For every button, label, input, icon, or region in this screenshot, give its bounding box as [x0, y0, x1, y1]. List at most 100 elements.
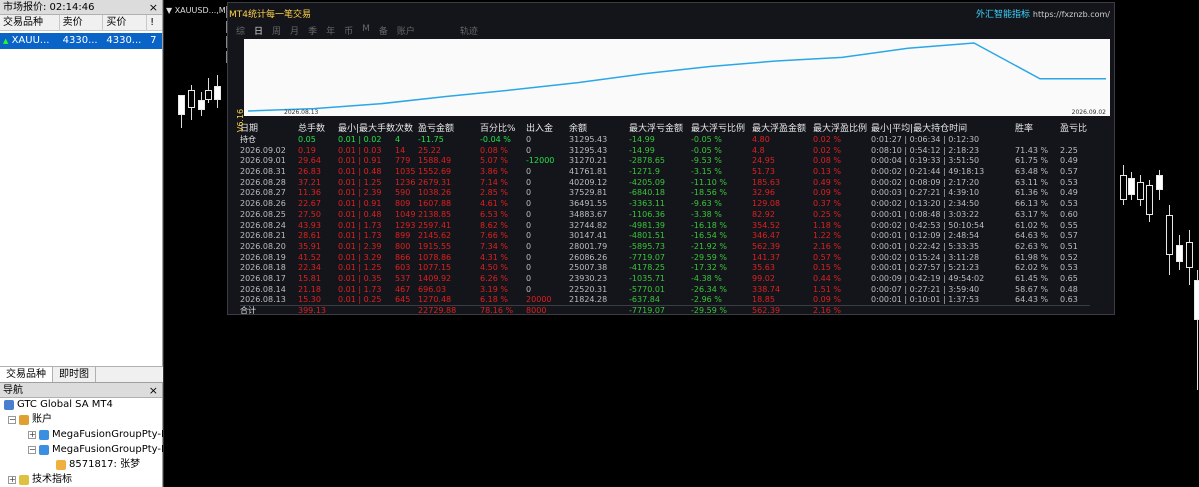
expand-icon[interactable]: +	[28, 430, 36, 439]
candle-body	[1186, 242, 1193, 268]
cell-count: 590	[395, 188, 411, 198]
cell-count: 14	[395, 145, 406, 155]
nav-item-indicators[interactable]: + 技术指标	[8, 473, 72, 486]
collapse-icon[interactable]: −	[8, 415, 16, 424]
tab-symbols[interactable]: 交易品种	[0, 367, 53, 382]
header-cell: 日期	[240, 124, 259, 135]
market-watch-row[interactable]: ▲ XAUU... 4330... 4330... 7	[0, 33, 162, 49]
table-row: 2026.08.13 15.30 0.01 | 0.25 645 1270.48 6.18…	[240, 295, 1090, 306]
cell-mfp: 4.8	[752, 145, 765, 155]
period-tab[interactable]: 综	[236, 24, 245, 37]
close-icon[interactable]: ×	[149, 383, 158, 398]
cell-ratio: 0.51	[1060, 241, 1078, 251]
cell-minmax: 0.01 | 1.25	[338, 177, 382, 187]
cell-count: 1293	[395, 220, 416, 230]
period-tab[interactable]: 周	[272, 24, 281, 37]
cell-mfp: 185.63	[752, 177, 781, 187]
nav-item-server-1[interactable]: + MegaFusionGroupPty-L	[28, 428, 167, 441]
cell-win: 61.36 %	[1015, 188, 1049, 198]
cell-io: -12000	[526, 156, 555, 166]
period-tab[interactable]: 日	[254, 24, 263, 37]
cell-minmax: 0.01 | 0.48	[338, 167, 382, 177]
cell-date: 2026.08.26	[240, 199, 286, 209]
cell-ratio: 0.53	[1060, 177, 1078, 187]
cell-bal: 22520.31	[569, 284, 608, 294]
tab-tick-chart[interactable]: 即时图	[53, 367, 96, 382]
up-arrow-icon: ▲	[3, 37, 9, 45]
period-tab[interactable]: M	[362, 24, 370, 37]
nav-item-accounts[interactable]: − 账户	[8, 413, 52, 426]
nav-item-broker[interactable]: GTC Global SA MT4	[4, 398, 113, 411]
header-cell: 最大浮亏比例	[691, 124, 746, 135]
cell-date: 2026.08.25	[240, 209, 286, 219]
cell-mfpp: 0.09 %	[813, 295, 842, 305]
cell-lots: 0.19	[298, 145, 316, 155]
cell-count: 645	[395, 295, 411, 305]
cell-mfl: -5895.73	[629, 241, 666, 251]
period-tabs: 综日周月季年币 M 备账户 轨迹	[236, 24, 478, 37]
cell-count: 779	[395, 156, 411, 166]
cell-win: 61.02 %	[1015, 220, 1049, 230]
cell-lots: 28.61	[298, 231, 321, 241]
expand-icon[interactable]: +	[8, 475, 16, 484]
market-watch-panel: 市场报价: 02:14:46 × 交易品种 卖价 买价 ! ▲ XAUU... 4…	[0, 0, 163, 382]
cell-time: 0:00:01 | 0:10:01 | 1:37:53	[871, 295, 980, 305]
col-excl[interactable]: !	[147, 15, 162, 30]
period-tab[interactable]: 月	[290, 24, 299, 37]
cell-mflp: -18.56 %	[691, 188, 727, 198]
cell-mfp: 562.39	[752, 305, 814, 317]
cell-mflp: -4.38 %	[691, 273, 722, 283]
broker-icon	[4, 399, 14, 410]
collapse-icon[interactable]: −	[28, 445, 36, 454]
col-ask[interactable]: 买价	[103, 15, 148, 30]
col-bid[interactable]: 卖价	[60, 15, 104, 30]
cell-win: 71.43 %	[1015, 145, 1049, 155]
period-tab[interactable]: 备	[379, 24, 388, 37]
cell-bal: 23930.23	[569, 273, 608, 283]
cell-ratio: 0.49	[1060, 188, 1078, 198]
cell-bal: 31295.43	[569, 135, 608, 145]
cell-pct: 2.85 %	[480, 188, 509, 198]
brand-link[interactable]: 外汇智能指标 https://fxznzb.com/	[976, 7, 1110, 20]
cell-pl: -11.75	[418, 135, 444, 145]
cell-win: 61.75 %	[1015, 156, 1049, 166]
table-header: 日期 总手数 最小|最大手数 次数 盈亏金额 百分比% 出入金 余额 最大浮亏金额 最大浮亏比例最…	[240, 124, 1090, 135]
period-tab[interactable]: 年	[326, 24, 335, 37]
candle-body	[178, 95, 185, 115]
cell-mflp: -17.32 %	[691, 263, 727, 273]
nav-item-account[interactable]: 8571817: 张梦	[56, 458, 140, 471]
server-icon	[39, 429, 49, 440]
cell-io: 0	[526, 199, 532, 209]
period-tab[interactable]: 币	[344, 24, 353, 37]
cell-mflp: -11.10 %	[691, 177, 727, 187]
header-cell: 盈亏比	[1060, 124, 1088, 135]
cell-win: 63.48 %	[1015, 167, 1049, 177]
period-tab[interactable]: 季	[308, 24, 317, 37]
candle-body	[1176, 245, 1183, 262]
col-symbol[interactable]: 交易品种	[0, 15, 60, 30]
cell-pct: 3.19 %	[480, 284, 509, 294]
cell-win: 61.45 %	[1015, 273, 1049, 283]
period-tab[interactable]: 账户	[397, 24, 415, 37]
triangle-down-icon: ▼	[166, 6, 175, 15]
cell-mfpp: 0.02 %	[813, 135, 842, 145]
cell-pl: 22729.88	[418, 305, 481, 317]
nav-item-server-2[interactable]: − MegaFusionGroupPty-Live	[28, 443, 181, 456]
cell-pct: 6.18 %	[480, 295, 509, 305]
header-cell: 百分比%	[480, 124, 516, 135]
cell-time: 0:00:02 | 0:15:24 | 3:11:28	[871, 252, 980, 262]
cell-ratio: 0.53	[1060, 199, 1078, 209]
cell-mfpp: 0.57 %	[813, 252, 842, 262]
cell-date: 2026.09.02	[240, 145, 286, 155]
market-watch-tabs: 交易品种 即时图	[0, 366, 163, 382]
cell-time: 0:00:01 | 0:12:09 | 2:48:54	[871, 231, 980, 241]
cell-io: 8000	[526, 305, 570, 317]
period-tab[interactable]: 轨迹	[460, 24, 478, 37]
close-icon[interactable]: ×	[149, 0, 158, 15]
cell-mflp: -26.34 %	[691, 284, 727, 294]
cell-lots: 43.93	[298, 220, 321, 230]
cell-mflp: -9.53 %	[691, 156, 722, 166]
header-cell: 最大浮盈比例	[813, 124, 868, 135]
version-label: V6.16	[236, 108, 246, 133]
cell-ratio	[1060, 135, 1090, 146]
